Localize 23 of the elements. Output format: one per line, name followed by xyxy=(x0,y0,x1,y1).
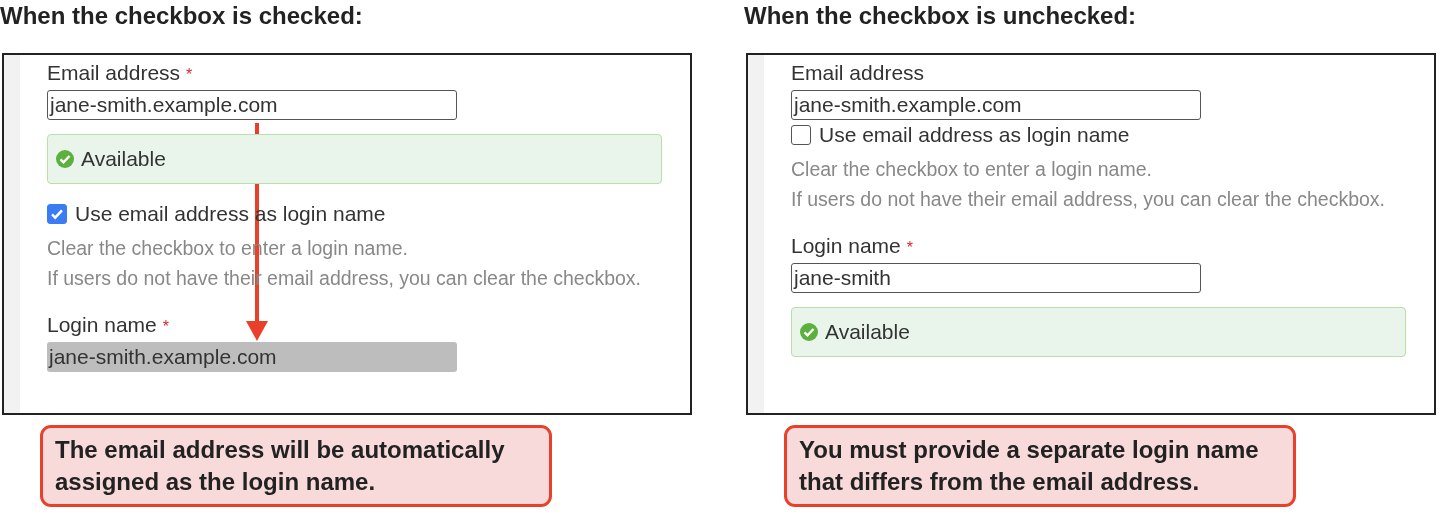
field-label: Email address xyxy=(791,61,925,85)
text-field[interactable]: jane-smith.example.com xyxy=(791,90,1201,120)
help-text: Clear the checkbox to enter a login name. xyxy=(791,157,1153,182)
callout-note: The email address will be automatically assigned as the login name. xyxy=(40,425,552,507)
text-field[interactable]: jane-smith.example.com xyxy=(47,90,457,120)
check-circle-icon xyxy=(799,322,819,342)
status-text: Available xyxy=(81,147,166,171)
checkbox[interactable] xyxy=(791,125,811,145)
field-label: Login name xyxy=(47,313,157,337)
text-field[interactable]: jane-smith xyxy=(791,263,1201,293)
section-heading: When the checkbox is unchecked: xyxy=(744,2,1138,30)
field-label: Login name xyxy=(791,234,901,258)
callout-note: You must provide a separate login name that differs from the email address. xyxy=(784,425,1296,507)
required-mark: * xyxy=(162,318,169,336)
required-mark: * xyxy=(186,66,193,84)
checkbox[interactable] xyxy=(47,204,67,224)
section-heading: When the checkbox is checked: xyxy=(0,2,364,30)
status-text: Available xyxy=(825,320,910,344)
field-label: Email address xyxy=(47,61,181,85)
check-circle-icon xyxy=(55,149,75,169)
help-text: If users do not have their email address, you can clear the checkbox. xyxy=(791,187,1386,212)
required-mark: * xyxy=(906,239,913,257)
checkbox-label: Use email address as login name xyxy=(819,123,1130,147)
